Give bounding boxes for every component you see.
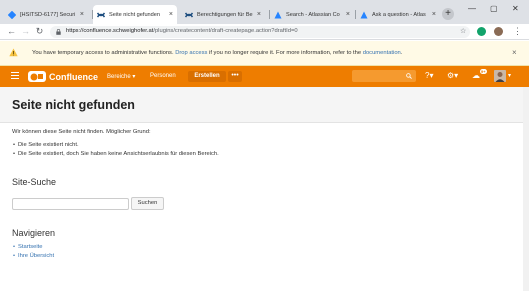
page-title: Seite nicht gefunden xyxy=(12,98,135,112)
close-tab-icon[interactable]: × xyxy=(346,11,350,18)
admin-access-banner: You have temporary access to administrat… xyxy=(0,41,529,66)
notifications-icon[interactable]: ☁ xyxy=(472,71,480,80)
dashboard-link[interactable]: Ihre Übersicht xyxy=(13,253,54,259)
atlassian-icon xyxy=(360,11,368,19)
tab-title: Seite nicht gefunden xyxy=(109,11,161,18)
browser-tab-2[interactable]: Seite nicht gefunden × xyxy=(93,5,177,24)
tab-title: Berechtigungen für Be xyxy=(197,11,253,18)
home-link[interactable]: Startseite xyxy=(13,244,42,250)
browser-tab-4[interactable]: Search - Atlassian Co × xyxy=(270,5,354,24)
site-search-heading: Site-Suche xyxy=(12,177,57,187)
confluence-header: Confluence Bereiche ▾ Personen Erstellen… xyxy=(0,66,529,87)
confluence-icon xyxy=(185,11,193,19)
scrollbar[interactable] xyxy=(523,87,529,291)
tab-title: Search - Atlassian Co xyxy=(286,11,340,18)
browser-toolbar: ← → ↻ https://confluence.schweighofer.at… xyxy=(0,24,529,40)
search-button[interactable]: Suchen xyxy=(131,197,164,210)
bookmark-star-icon[interactable]: ☆ xyxy=(460,27,466,35)
confluence-icon xyxy=(97,11,105,19)
people-link[interactable]: Personen xyxy=(150,73,176,79)
close-tab-icon[interactable]: × xyxy=(169,11,173,18)
browser-tab-3[interactable]: Berechtigungen für Be × xyxy=(181,5,265,24)
browser-tab-5[interactable]: Ask a question - Atlas × xyxy=(356,5,440,24)
atlassian-icon xyxy=(274,11,282,19)
create-more-button[interactable]: ••• xyxy=(228,71,242,82)
banner-message: You have temporary access to administrat… xyxy=(32,50,403,56)
confluence-logo[interactable]: Confluence xyxy=(28,70,98,83)
gear-icon[interactable]: ⚙▾ xyxy=(447,71,458,80)
forward-icon[interactable]: → xyxy=(20,26,31,37)
reload-icon[interactable]: ↻ xyxy=(34,26,45,37)
intro-text: Wir können diese Seite nicht finden. Mög… xyxy=(12,129,151,135)
page-header: Seite nicht gefunden xyxy=(0,87,529,123)
warning-icon xyxy=(9,48,18,57)
list-item: Die Seite existiert, doch Sie haben kein… xyxy=(13,151,219,157)
schweighofer-logo-icon xyxy=(28,71,46,82)
browser-menu-icon[interactable]: ⋮ xyxy=(512,26,523,37)
back-icon[interactable]: ← xyxy=(6,26,17,37)
search-icon xyxy=(406,73,412,79)
close-tab-icon[interactable]: × xyxy=(257,11,261,18)
help-icon[interactable]: ?▾ xyxy=(425,71,433,80)
url-host: https://confluence.schweighofer.at xyxy=(66,28,154,34)
browser-tab-1[interactable]: [HSITSD-6177] Securi × xyxy=(4,5,88,24)
close-tab-icon[interactable]: × xyxy=(432,11,436,18)
close-tab-icon[interactable]: × xyxy=(80,11,84,18)
drop-access-link[interactable]: Drop access xyxy=(175,50,207,56)
avatar[interactable] xyxy=(494,70,506,82)
profile-icon[interactable] xyxy=(494,27,503,36)
lock-icon xyxy=(56,29,61,35)
app-switcher-icon[interactable] xyxy=(11,72,19,79)
url-path: /plugins/createcontent/draft-createpage.… xyxy=(153,28,298,34)
notification-badge: 9+ xyxy=(480,69,487,74)
close-icon[interactable]: × xyxy=(512,48,517,57)
documentation-link[interactable]: documentation xyxy=(363,50,401,56)
address-bar[interactable]: https://confluence.schweighofer.at/plugi… xyxy=(50,26,470,38)
extension-icon[interactable] xyxy=(477,27,486,36)
spaces-menu[interactable]: Bereiche ▾ xyxy=(107,73,135,80)
create-button[interactable]: Erstellen xyxy=(188,71,226,82)
chevron-down-icon[interactable]: ▾ xyxy=(508,72,511,79)
search-input[interactable] xyxy=(352,70,416,82)
new-tab-button[interactable]: + xyxy=(442,8,454,20)
tab-title: [HSITSD-6177] Securi xyxy=(20,11,76,18)
site-search-input[interactable] xyxy=(12,198,129,210)
browser-tab-strip: [HSITSD-6177] Securi × Seite nicht gefun… xyxy=(0,0,529,24)
minimize-icon[interactable]: — xyxy=(468,4,476,13)
tab-title: Ask a question - Atlas xyxy=(372,11,426,18)
close-window-icon[interactable]: ✕ xyxy=(512,4,519,13)
logo-text: Confluence xyxy=(49,71,99,82)
navigate-heading: Navigieren xyxy=(12,228,56,238)
list-item: Die Seite existiert nicht. xyxy=(13,142,79,148)
jira-icon xyxy=(8,10,16,19)
maximize-icon[interactable]: ▢ xyxy=(490,4,498,13)
